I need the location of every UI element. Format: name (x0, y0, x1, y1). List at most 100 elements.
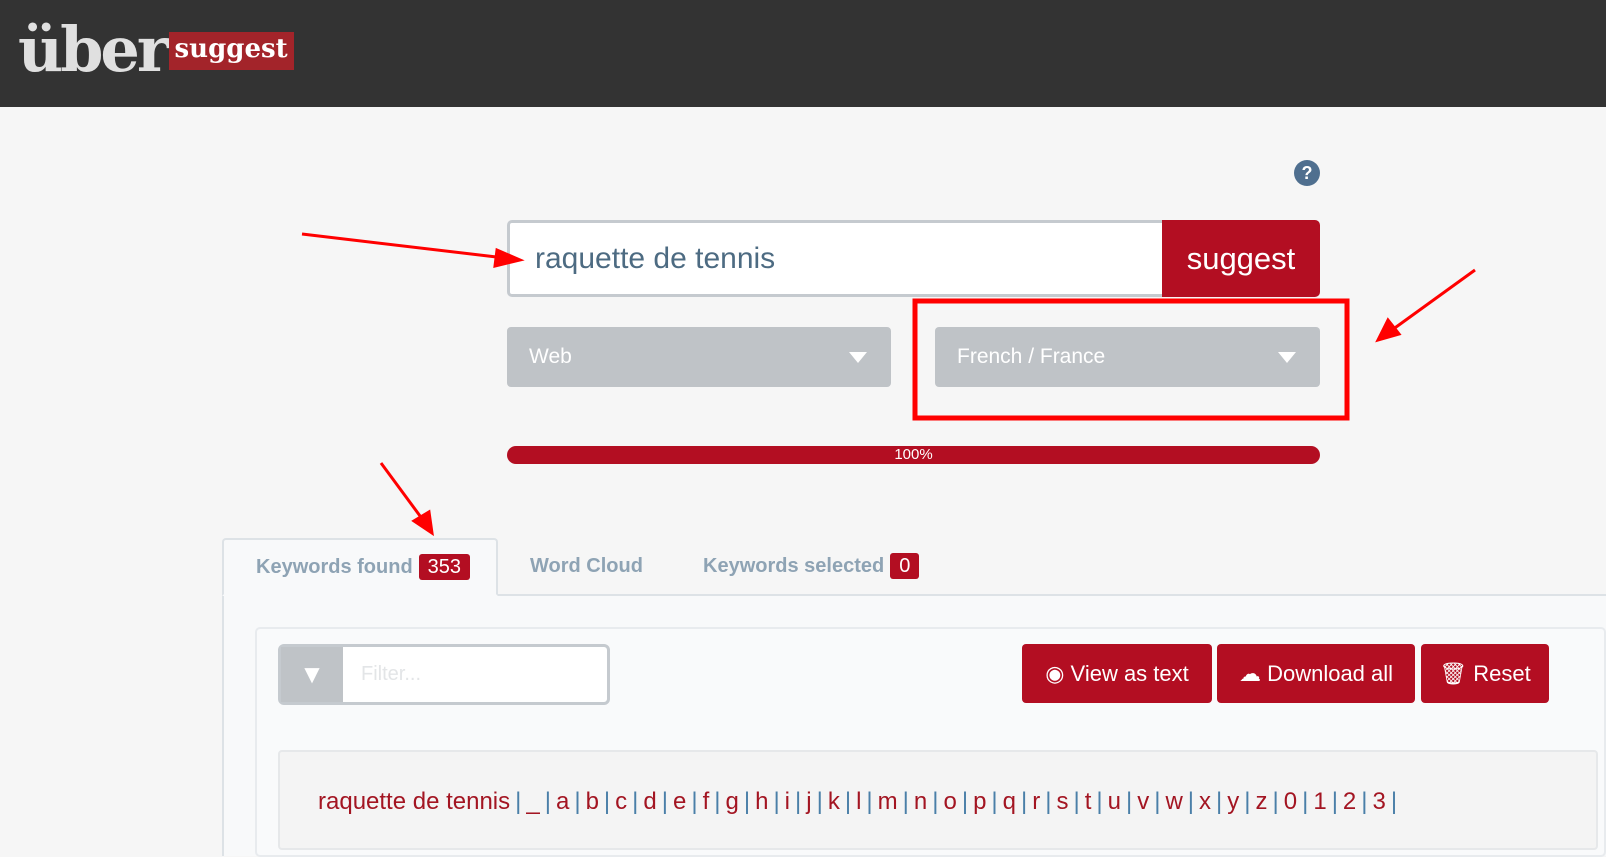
separator: | (866, 788, 873, 815)
tab-keywords-found[interactable]: Keywords found 353 (222, 538, 498, 596)
letter-link[interactable]: 3 (1373, 788, 1386, 815)
letter-link[interactable]: g (725, 788, 738, 815)
view-as-text-button[interactable]: ◉ View as text (1022, 644, 1212, 703)
tab-label: Keywords found (256, 556, 413, 578)
reset-button[interactable]: 🗑 Reset (1421, 644, 1549, 703)
letter-link[interactable]: b (586, 788, 599, 815)
letter-keyword-link[interactable]: raquette de tennis (318, 788, 510, 815)
annotation-arrowhead (411, 509, 434, 537)
source-select[interactable]: Web (507, 327, 891, 387)
separator: | (1361, 788, 1368, 815)
search-input[interactable]: raquette de tennis (507, 220, 1163, 297)
separator: | (1073, 788, 1080, 815)
separator: | (1045, 788, 1052, 815)
button-label: Download all (1267, 661, 1394, 686)
cloud-download-icon: ☁ (1238, 661, 1268, 686)
separator: | (515, 788, 522, 815)
separator: | (574, 788, 581, 815)
separator: | (691, 788, 698, 815)
button-label: Reset (1473, 661, 1531, 686)
letter-link[interactable]: u (1108, 788, 1121, 815)
letter-nav: raquette de tennis | _ | a | b | c | d | e | f | g | h | i | j… (278, 750, 1598, 850)
letter-link[interactable]: c (615, 788, 627, 815)
tab-word-cloud[interactable]: Word Cloud (530, 538, 643, 596)
letter-link[interactable]: p (973, 788, 986, 815)
filter-placeholder: Filter... (361, 663, 422, 685)
letter-link[interactable]: l (856, 788, 861, 815)
letter-link[interactable]: 2 (1343, 788, 1356, 815)
separator: | (1096, 788, 1103, 815)
letter-link[interactable]: h (755, 788, 768, 815)
progress-bar: 100% (507, 446, 1320, 464)
letter-link[interactable]: s (1056, 788, 1068, 815)
letter-link[interactable]: e (673, 788, 686, 815)
separator: | (1244, 788, 1251, 815)
annotation-arrow (301, 232, 506, 260)
letter-link[interactable]: r (1032, 788, 1040, 815)
annotation-arrow (1391, 268, 1476, 332)
logo-badge: suggest (168, 32, 294, 70)
selected-count-badge: 0 (890, 553, 920, 579)
separator: | (1302, 788, 1309, 815)
download-all-button[interactable]: ☁ Download all (1217, 644, 1415, 703)
separator: | (1331, 788, 1338, 815)
separator: | (714, 788, 721, 815)
separator: | (816, 788, 823, 815)
separator: | (961, 788, 969, 815)
letter-link[interactable]: v (1137, 788, 1149, 815)
question-circle-icon[interactable]: ? (1294, 160, 1320, 186)
caret-down-icon (1278, 352, 1296, 363)
separator: | (544, 788, 551, 815)
letter-link[interactable]: k (828, 788, 840, 815)
letter-link[interactable]: q (1003, 788, 1016, 815)
letter-link[interactable]: i (785, 788, 790, 815)
letter-link[interactable]: m (878, 788, 898, 815)
separator: | (844, 788, 852, 815)
letter-link[interactable]: 0 (1284, 788, 1297, 815)
letter-link[interactable]: j (806, 788, 811, 815)
filter-icon: ▼ (281, 647, 343, 702)
caret-down-icon (849, 352, 867, 363)
separator: | (1021, 788, 1028, 815)
separator: | (932, 788, 939, 815)
letter-link[interactable]: o (943, 788, 956, 815)
separator: | (795, 788, 802, 815)
letter-link[interactable]: a (556, 788, 569, 815)
letter-link[interactable]: _ (526, 788, 539, 815)
letter-link[interactable]: x (1199, 788, 1211, 815)
button-label: View as text (1070, 661, 1189, 686)
tab-keywords-selected[interactable]: Keywords selected 0 (703, 538, 920, 596)
separator: | (991, 788, 998, 815)
language-select-value: French / France (957, 345, 1106, 368)
separator: | (1390, 788, 1398, 815)
filter-input[interactable]: ▼ Filter... (278, 644, 610, 705)
separator: | (743, 788, 751, 815)
eye-icon: ◉ (1045, 661, 1071, 686)
letter-link[interactable]: w (1165, 788, 1182, 815)
letter-link[interactable]: f (703, 788, 710, 815)
trash-icon: 🗑 (1439, 661, 1474, 686)
language-select[interactable]: French / France (935, 327, 1320, 387)
separator: | (1154, 788, 1161, 815)
tab-bar: Keywords found 353 Word Cloud Keywords se… (222, 538, 1606, 596)
logo[interactable]: über suggest (18, 13, 294, 86)
separator: | (902, 788, 909, 815)
suggest-button[interactable]: suggest (1162, 220, 1320, 297)
letter-link[interactable]: z (1256, 788, 1268, 815)
annotation-arrow (379, 462, 425, 521)
separator: | (632, 788, 639, 815)
letter-link[interactable]: n (914, 788, 927, 815)
keywords-count-badge: 353 (418, 554, 471, 580)
annotation-arrowhead (1375, 317, 1402, 343)
letter-link[interactable]: y (1227, 788, 1239, 815)
separator: | (773, 788, 780, 815)
letter-link[interactable]: 1 (1313, 788, 1326, 815)
separator: | (603, 788, 611, 815)
tab-label: Word Cloud (530, 555, 643, 577)
letter-link[interactable]: d (643, 788, 656, 815)
source-select-value: Web (529, 345, 572, 368)
letter-link[interactable]: t (1085, 788, 1092, 815)
logo-text: über (18, 13, 170, 86)
separator: | (1272, 788, 1279, 815)
separator: | (1187, 788, 1195, 815)
